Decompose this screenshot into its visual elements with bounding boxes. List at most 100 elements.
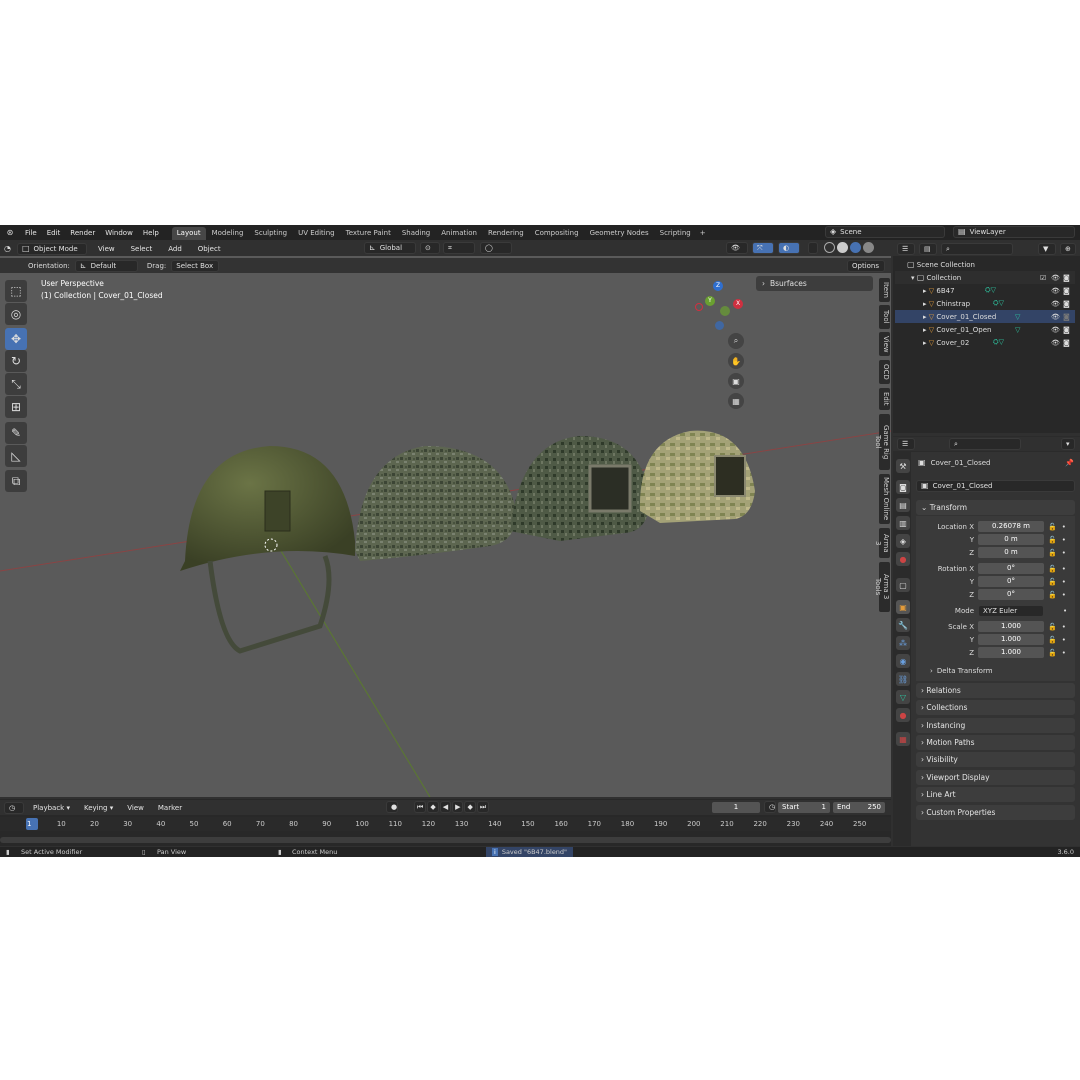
lock-icon[interactable]: 🔓 — [1048, 636, 1057, 644]
menu-playback[interactable]: Playback ▾ — [28, 804, 75, 812]
menu-select[interactable]: Select — [126, 245, 158, 253]
blender-logo-icon[interactable]: ⊛ — [0, 228, 20, 237]
solid-shading-icon[interactable] — [837, 242, 848, 253]
menu-marker[interactable]: Marker — [153, 804, 187, 812]
lock-icon[interactable]: 🔓 — [1048, 591, 1057, 599]
gizmo-neg-z[interactable] — [715, 321, 724, 330]
viewport-3d[interactable]: User Perspective (1) Collection | Cover_… — [0, 241, 891, 797]
xray-toggle[interactable] — [808, 242, 818, 254]
pan-hand-icon[interactable]: ✋ — [728, 353, 744, 369]
camera-render-icon[interactable]: ◙ — [1063, 326, 1070, 334]
modifier-properties-icon[interactable]: 🔧 — [896, 618, 910, 632]
record-button[interactable]: ● — [386, 801, 398, 813]
location-x-field[interactable]: 0.26078 m — [978, 521, 1044, 532]
play-reverse-icon[interactable]: ◀ — [439, 801, 452, 813]
location-y-field[interactable]: 0 m — [978, 534, 1044, 545]
keyframe-dot-icon[interactable]: • — [1062, 523, 1066, 531]
scale-tool-icon[interactable]: ⤡ — [5, 373, 27, 395]
timeline-scrollbar[interactable] — [0, 837, 891, 843]
properties-search-icon[interactable]: ⌕ — [949, 438, 1021, 450]
view-layer-properties-icon[interactable]: ▥ — [896, 516, 910, 530]
current-frame-field[interactable]: 1 — [712, 802, 760, 813]
lock-icon[interactable]: 🔓 — [1048, 523, 1057, 531]
outliner-scene-collection[interactable]: ▢ Scene Collection — [895, 258, 1075, 271]
stopwatch-icon[interactable]: ◷ — [764, 801, 776, 813]
rotation-x-field[interactable]: 0° — [978, 563, 1044, 574]
camera-icon[interactable]: ▣ — [728, 373, 744, 389]
gizmo-neg-x[interactable] — [695, 303, 703, 311]
collection-properties-icon[interactable]: ▢ — [896, 578, 910, 592]
gizmo-x-axis[interactable]: X — [733, 299, 743, 309]
gizmo-y-axis[interactable]: Y — [705, 296, 715, 306]
object-properties-icon[interactable]: ▣ — [896, 600, 910, 614]
move-tool-icon[interactable]: ✥ — [5, 328, 27, 350]
checkbox-icon[interactable]: ☑ — [1040, 274, 1046, 282]
next-keyframe-icon[interactable]: ◆ — [464, 801, 476, 813]
outliner-item-cover-01-open[interactable]: ▸ ▽ Cover_01_Open ▽ 👁 ◙ — [895, 323, 1075, 336]
gizmo-z-axis[interactable]: Z — [713, 281, 723, 291]
outliner-item-6b47[interactable]: ▸ ▽ 6B47 ⛭▽ 👁 ◙ — [895, 284, 1075, 297]
pivot-dropdown[interactable]: ⊙ — [420, 242, 440, 254]
filter-icon[interactable]: ▼ — [1038, 243, 1056, 255]
pin-icon[interactable]: 📌 — [1065, 459, 1074, 467]
panel-instancing[interactable]: › Instancing — [916, 718, 1075, 733]
tab-geometry-nodes[interactable]: Geometry Nodes — [584, 227, 654, 240]
data-properties-icon[interactable]: ▽ — [896, 690, 910, 704]
tab-modeling[interactable]: Modeling — [206, 227, 249, 240]
menu-render[interactable]: Render — [65, 229, 100, 237]
object-datablock-field[interactable]: ▣ Cover_01_Closed — [916, 480, 1075, 492]
sidebar-tab-item[interactable]: Item — [879, 278, 890, 302]
sidebar-tab-tool[interactable]: Tool — [879, 305, 890, 329]
rotation-y-field[interactable]: 0° — [978, 576, 1044, 587]
measure-tool-icon[interactable]: ◺ — [5, 445, 27, 467]
scale-y-field[interactable]: 1.000 — [978, 634, 1044, 645]
menu-add[interactable]: Add — [163, 245, 187, 253]
new-collection-icon[interactable]: ⊕ — [1060, 243, 1076, 255]
menu-file[interactable]: File — [20, 229, 42, 237]
eye-icon[interactable]: 👁 — [1051, 287, 1060, 295]
overlay-toggle[interactable]: ◐ — [778, 242, 800, 254]
orientation-dropdown[interactable]: ⊾ Default — [74, 259, 138, 272]
lock-icon[interactable]: 🔓 — [1048, 578, 1057, 586]
menu-edit[interactable]: Edit — [42, 229, 66, 237]
tab-sculpting[interactable]: Sculpting — [249, 227, 293, 240]
grid-icon[interactable]: ▦ — [728, 393, 744, 409]
sidebar-tab-mesh-online[interactable]: Mesh Online — [879, 474, 890, 524]
lock-icon[interactable]: 🔓 — [1048, 549, 1057, 557]
editor-type-icon[interactable]: ◔ — [4, 244, 11, 253]
camera-render-icon[interactable]: ◙ — [1063, 300, 1070, 308]
lock-icon[interactable]: 🔓 — [1048, 536, 1057, 544]
panel-relations[interactable]: › Relations — [916, 683, 1075, 698]
drag-dropdown[interactable]: Select Box — [171, 259, 220, 272]
camera-render-icon[interactable]: ◙ — [1063, 339, 1070, 347]
annotate-tool-icon[interactable]: ✎ — [5, 422, 27, 444]
eye-icon[interactable]: 👁 — [1051, 326, 1060, 334]
keyframe-dot-icon[interactable]: • — [1062, 549, 1066, 557]
outliner-search-icon[interactable]: ⌕ — [941, 242, 1013, 255]
sidebar-tab-view[interactable]: View — [879, 332, 890, 356]
sidebar-tab-arma3[interactable]: Arma 3 — [874, 528, 890, 558]
visibility-dropdown[interactable]: 👁 — [726, 242, 748, 254]
start-frame-field[interactable]: Start 1 — [778, 802, 830, 813]
bsurfaces-panel[interactable]: › Bsurfaces — [756, 276, 873, 291]
end-frame-field[interactable]: End 250 — [833, 802, 885, 813]
panel-line-art[interactable]: › Line Art — [916, 787, 1075, 802]
tab-scripting[interactable]: Scripting — [654, 227, 696, 240]
tab-texture-paint[interactable]: Texture Paint — [340, 227, 396, 240]
panel-viewport-display[interactable]: › Viewport Display — [916, 770, 1075, 785]
keyframe-dot-icon[interactable]: • — [1062, 636, 1066, 644]
lock-icon[interactable]: 🔓 — [1048, 649, 1057, 657]
physics-properties-icon[interactable]: ◉ — [896, 654, 910, 668]
properties-editor-icon[interactable]: ☰ — [897, 438, 915, 450]
chevron-down-icon[interactable]: ▾ — [1061, 438, 1075, 450]
menu-help[interactable]: Help — [138, 229, 164, 237]
tab-uv-editing[interactable]: UV Editing — [293, 227, 340, 240]
sidebar-tab-ocd[interactable]: OCD — [879, 360, 890, 384]
keyframe-dot-icon[interactable]: • — [1062, 578, 1066, 586]
gizmo-neg-y[interactable] — [720, 306, 730, 316]
sidebar-tab-game-rig-tool[interactable]: Game Rig Tool — [874, 414, 890, 470]
world-properties-icon[interactable]: ● — [896, 552, 910, 566]
menu-timeline-view[interactable]: View — [122, 804, 149, 812]
keyframe-dot-icon[interactable]: • — [1062, 591, 1066, 599]
play-icon[interactable]: ▶ — [452, 801, 464, 813]
